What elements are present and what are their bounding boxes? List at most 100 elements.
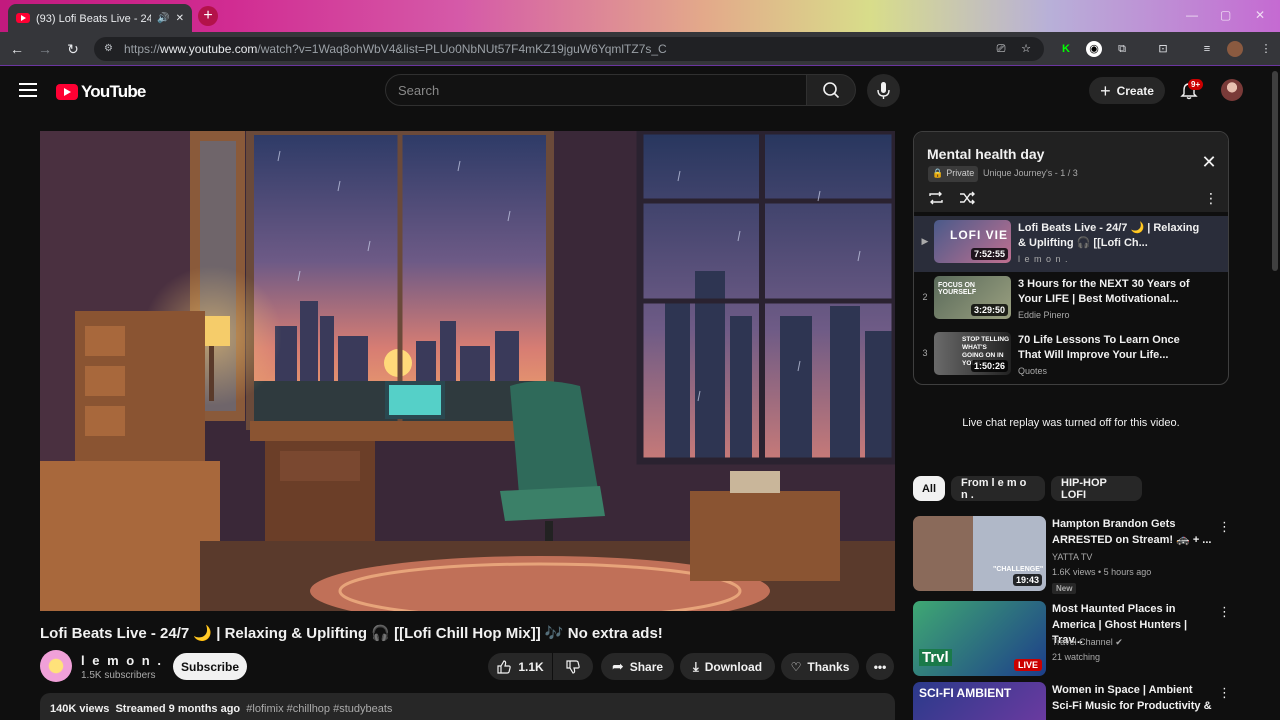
playlist-item-index: ▶ [921,236,929,246]
minimize-icon[interactable]: — [1186,8,1198,22]
playlist-item-index: 2 [922,292,928,302]
audio-playing-icon[interactable]: 🔊 [157,13,169,24]
search-input[interactable] [385,74,807,106]
hamburger-menu-icon[interactable] [19,83,37,97]
like-count: 1.1K [518,659,544,674]
like-button[interactable]: 1.1K [488,653,552,680]
account-avatar[interactable] [1221,79,1243,101]
tab-close-icon[interactable]: ✕ [176,13,184,24]
hashtags[interactable]: #lofimix #chillhop #studybeats [246,703,392,715]
address-bar[interactable]: ⚙ https://www.youtube.com/watch?v=1Waq8o… [94,37,1044,61]
extension-circle-icon[interactable]: ◉ [1086,41,1102,57]
playlist-item-thumbnail: FOCUS ON YOURSELF 3:29:50 [934,276,1011,319]
playlist-item-thumbnail: STOP TELLING WHAT'S GOING ON IN YOUR 1:5… [934,332,1011,375]
download-label: Download [704,659,763,674]
new-tab-button[interactable]: + [198,6,218,26]
youtube-favicon-icon [16,13,30,23]
thumbs-up-icon [497,659,512,674]
extensions-puzzle-icon[interactable]: ⧉ [1114,41,1130,57]
plus-icon: + [1100,80,1111,101]
video-title: Lofi Beats Live - 24/7 🌙 | Relaxing & Up… [40,625,663,642]
browser-tab-active[interactable]: (93) Lofi Beats Live - 24/7 🌙 🔊 ✕ [8,4,192,32]
share-icon: ➦ [611,658,624,674]
privacy-label: Private [946,168,975,178]
thanks-label: Thanks [807,659,850,674]
logo-text: YouTube [81,82,146,101]
channel-name[interactable]: l e m o n . [81,653,163,668]
playlist-item-duration: 7:52:55 [970,248,1008,260]
thumbnail-text: LOFI VIE [950,228,1009,242]
lock-icon: 🔒 [932,168,944,178]
video-more-icon[interactable]: ⋮ [1218,685,1231,701]
video-player[interactable] [40,131,895,611]
stream-date: Streamed 9 months ago [115,703,241,715]
chip-hip-hop-lofi[interactable]: HIP-HOP LOFI [1051,476,1142,501]
new-badge: New [1052,583,1077,594]
thumbnail-text: Trvl [919,649,952,666]
microphone-icon [877,82,890,99]
playlist-header: Mental health day 🔒 Private Unique Journ… [914,132,1228,212]
profile-avatar-icon[interactable] [1227,41,1243,57]
download-icon: ⤓ [692,658,699,674]
extension-k-icon[interactable]: K [1058,41,1074,57]
download-button[interactable]: ⤓ Download [680,653,775,680]
chip-from-channel[interactable]: From l e m o n . [951,476,1045,501]
cast-icon[interactable]: ⎚ [993,41,1009,57]
thanks-icon: ♡ [790,659,802,674]
shuffle-icon[interactable] [958,190,976,206]
playlist-item[interactable]: 2 FOCUS ON YOURSELF 3:29:50 3 Hours for … [914,272,1228,328]
video-more-icon[interactable]: ⋮ [1218,519,1231,535]
description-box[interactable]: 140K views Streamed 9 months ago #lofimi… [40,693,895,720]
youtube-header: YouTube + Create 9+ [0,67,1280,113]
recommended-video[interactable]: Trvl LIVE Most Haunted Places in America… [913,601,1231,677]
playlist-item-channel: Quotes [1018,366,1048,376]
playlist-more-icon[interactable]: ⋮ [1204,190,1218,206]
playlist-meta: Unique Journey's - 1 / 3 [983,168,1078,178]
browser-menu-icon[interactable]: ⋮ [1258,41,1274,57]
live-badge: LIVE [1013,659,1042,671]
video-channel[interactable]: Travel Channel ✔ [1052,637,1123,648]
recommended-video[interactable]: "CHALLENGE" 19:43 Hampton Brandon Gets A… [913,516,1231,594]
close-playlist-icon[interactable]: ✕ [1201,153,1217,171]
thumbnail-text: FOCUS ON YOURSELF [938,282,977,296]
tab-search-icon[interactable]: ⊡ [1155,41,1171,57]
playlist-item-index: 3 [922,348,928,358]
video-thumbnail: Trvl LIVE [913,601,1046,676]
subscribe-button[interactable]: Subscribe [173,653,247,680]
reload-icon[interactable]: ↻ [64,40,82,58]
search-button[interactable] [806,74,856,106]
thumbs-down-icon [566,659,580,674]
playlist-item[interactable]: 3 STOP TELLING WHAT'S GOING ON IN YOUR 1… [914,328,1228,384]
more-actions-button[interactable]: ••• [866,653,894,680]
media-control-icon[interactable]: ≡ [1199,41,1215,57]
subscriber-count: 1.5K subscribers [81,670,156,681]
thumbnail-text: "CHALLENGE" [993,566,1044,573]
voice-search-button[interactable] [867,74,900,107]
window-close-icon[interactable]: ✕ [1255,8,1265,22]
back-arrow-icon[interactable]: ← [8,40,26,58]
browser-tab-strip: (93) Lofi Beats Live - 24/7 🌙 🔊 ✕ + — ▢ … [0,0,1280,32]
page-scrollbar[interactable] [1272,71,1278,271]
dislike-button[interactable] [553,653,593,680]
playlist-item-duration: 3:29:50 [970,304,1008,316]
view-count: 140K views [50,703,110,715]
video-thumbnail: "CHALLENGE" 19:43 [913,516,1046,591]
playlist-title[interactable]: Mental health day [927,146,1044,162]
forward-arrow-icon[interactable]: → [36,40,54,58]
playlist-panel: Mental health day 🔒 Private Unique Journ… [913,131,1229,385]
share-button[interactable]: ➦ Share [601,653,674,680]
create-button[interactable]: + Create [1089,77,1165,104]
loop-icon[interactable] [927,190,945,206]
recommended-video[interactable]: SCI-FI AMBIENT Women in Space | Ambient … [913,682,1231,720]
channel-avatar[interactable] [40,650,72,682]
thanks-button[interactable]: ♡ Thanks [781,653,859,680]
chip-all[interactable]: All [913,476,945,501]
youtube-logo[interactable]: YouTube [56,82,146,102]
privacy-badge: 🔒 Private [928,166,979,182]
video-channel[interactable]: YATTA TV [1052,552,1092,562]
bookmark-star-icon[interactable]: ☆ [1018,41,1034,57]
maximize-icon[interactable]: ▢ [1220,8,1231,22]
site-settings-icon[interactable]: ⚙ [104,43,116,55]
video-more-icon[interactable]: ⋮ [1218,604,1231,620]
playlist-item[interactable]: ▶ LOFI VIE 7:52:55 Lofi Beats Live - 24/… [914,216,1228,272]
